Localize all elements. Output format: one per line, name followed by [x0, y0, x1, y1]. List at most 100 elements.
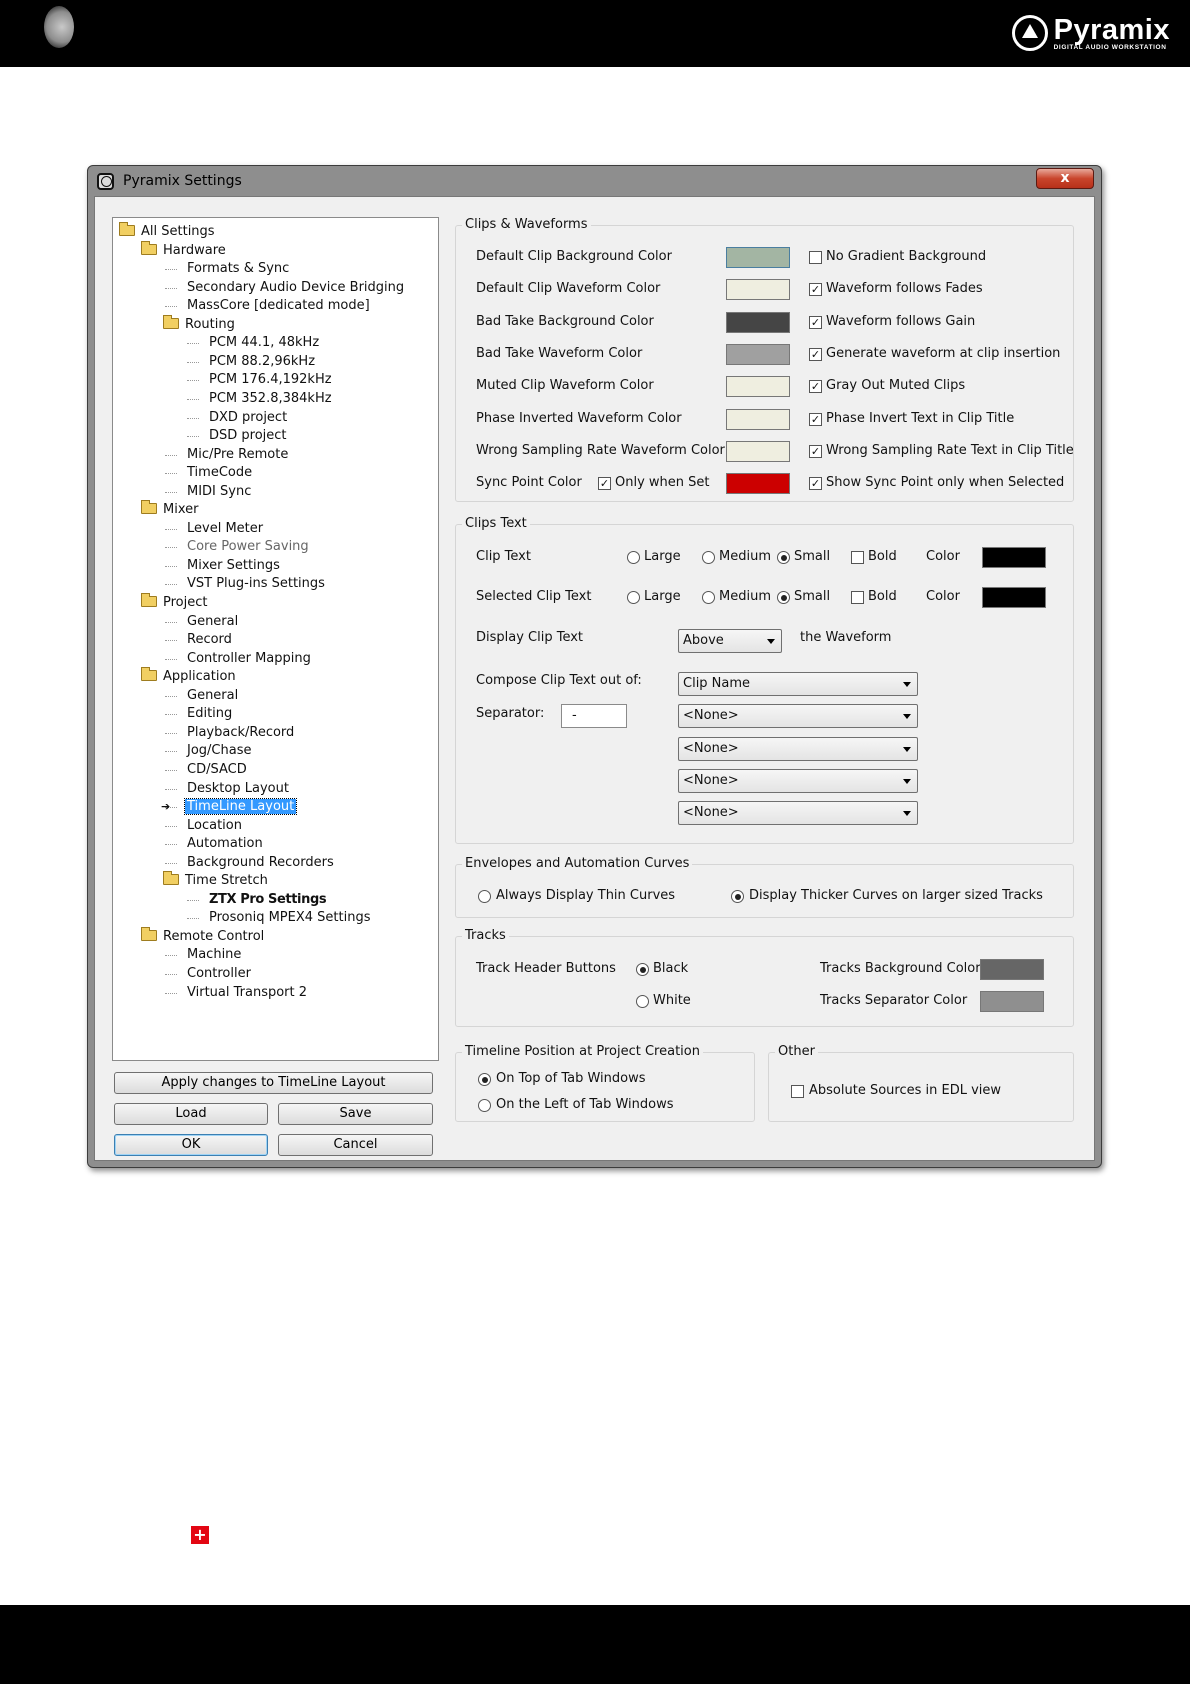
only-when-set-checkbox[interactable]: ✓ [598, 477, 611, 491]
header-black-radio[interactable] [636, 963, 649, 976]
option-checkbox[interactable]: ✓ [809, 283, 822, 297]
large-label: Large [644, 549, 681, 564]
thin-curves-radio[interactable] [478, 890, 491, 903]
tree-item[interactable]: Formats & Sync [165, 260, 291, 278]
tree-item[interactable]: PCM 176.4,192kHz [187, 371, 334, 389]
compose-clip-text-select[interactable]: <None> [678, 768, 918, 793]
color-swatch[interactable] [726, 376, 790, 398]
option-checkbox[interactable]: ✓ [809, 315, 822, 329]
clip-text-bold-checkbox[interactable] [851, 551, 864, 564]
tree-item[interactable]: PCM 352.8,384kHz [187, 390, 334, 408]
compose-clip-text-select[interactable]: <None> [678, 736, 918, 761]
color-swatch[interactable] [726, 473, 790, 495]
tree-item[interactable]: Desktop Layout [165, 780, 291, 798]
color-swatch[interactable] [726, 408, 790, 430]
load-button[interactable]: Load [114, 1103, 268, 1125]
tree-item[interactable]: Prosoniq MPEX4 Settings [187, 909, 372, 927]
tree-item[interactable]: ZTX Pro Settings [187, 891, 328, 909]
tree-item[interactable]: All Settings [119, 222, 217, 241]
tracks-sep-color-swatch[interactable] [980, 991, 1044, 1012]
option-checkbox[interactable]: ✓ [809, 477, 822, 491]
tree-item[interactable]: MIDI Sync [165, 483, 253, 501]
option-checkbox[interactable]: ✓ [809, 347, 822, 361]
thicker-curves-radio[interactable] [731, 890, 744, 903]
tree-item[interactable]: Jog/Chase [165, 742, 253, 760]
selected-clip-text-large-radio[interactable] [627, 591, 640, 604]
on-left-radio[interactable] [478, 1099, 491, 1112]
option-checkbox[interactable]: ✓ [809, 444, 822, 458]
on-top-radio[interactable] [478, 1073, 491, 1086]
cancel-button[interactable]: Cancel [278, 1134, 433, 1156]
dialog-client: All Settings Hardware Formats & Sync Second… [94, 196, 1095, 1161]
tree-item[interactable]: Automation [165, 835, 265, 853]
tree-item[interactable]: Background Recorders [165, 854, 336, 872]
tree-item[interactable]: Location [165, 817, 244, 835]
header-white-radio[interactable] [636, 995, 649, 1008]
selected-clip-text-bold-checkbox[interactable] [851, 591, 864, 604]
selected-clip-text-medium-radio[interactable] [702, 591, 715, 604]
selected-clip-text-small-radio[interactable] [777, 591, 790, 604]
title-bar[interactable]: Pyramix Settings x [88, 166, 1101, 196]
tree-item[interactable]: PCM 44.1, 48kHz [187, 334, 321, 352]
close-button[interactable]: x [1036, 168, 1094, 189]
tree-item[interactable]: VST Plug-ins Settings [165, 575, 327, 593]
option-checkbox[interactable]: ✓ [809, 380, 822, 394]
tree-item[interactable]: General [165, 687, 240, 705]
color-swatch[interactable] [726, 247, 790, 268]
tracks-bg-color-swatch[interactable] [980, 959, 1044, 980]
folder-icon [141, 667, 157, 682]
tree-item[interactable]: Mixer [141, 500, 200, 519]
clip-text-medium-radio[interactable] [702, 551, 715, 564]
ok-button[interactable]: OK [114, 1134, 268, 1156]
option-checkbox[interactable] [809, 251, 822, 264]
tree-item[interactable]: DSD project [187, 427, 289, 445]
tree-item[interactable]: PCM 88.2,96kHz [187, 353, 317, 371]
tree-item[interactable]: Application [141, 667, 238, 686]
tree-connector [165, 454, 177, 456]
display-clip-text-select[interactable]: Above [678, 629, 782, 653]
settings-tree[interactable]: All Settings Hardware Formats & Sync Second… [112, 217, 439, 1061]
tree-item[interactable]: Remote Control [141, 926, 266, 946]
tree-item[interactable]: Project [141, 593, 209, 612]
tree-item[interactable]: ➔ TimeLine Layout [161, 798, 298, 816]
color-label: Color [926, 589, 960, 604]
color-swatch[interactable] [726, 343, 790, 365]
tree-item[interactable]: Time Stretch [163, 871, 270, 890]
clip-text-color-swatch[interactable] [982, 547, 1046, 568]
apply-changes-button[interactable]: Apply changes to TimeLine Layout [114, 1072, 433, 1094]
option-checkbox[interactable]: ✓ [809, 412, 822, 426]
tree-item[interactable]: Virtual Transport 2 [165, 984, 309, 1002]
compose-clip-text-select[interactable]: <None> [678, 704, 918, 729]
tree-item[interactable]: Core Power Saving [165, 538, 311, 556]
tree-item[interactable]: Editing [165, 705, 234, 723]
tree-item[interactable]: Controller Mapping [165, 650, 313, 668]
tree-item[interactable]: Secondary Audio Device Bridging [165, 279, 406, 297]
save-button[interactable]: Save [278, 1103, 433, 1125]
compose-clip-text-select[interactable]: <None> [678, 801, 918, 826]
color-swatch[interactable] [726, 279, 790, 301]
clip-text-small-radio[interactable] [777, 551, 790, 564]
tree-item[interactable]: General [165, 613, 240, 631]
tree-item[interactable]: MassCore [dedicated mode] [165, 297, 372, 315]
tree-connector [187, 918, 199, 920]
tree-item[interactable]: Record [165, 631, 234, 649]
tree-item[interactable]: Hardware [141, 240, 228, 260]
tree-item[interactable]: Mixer Settings [165, 557, 282, 575]
tree-item[interactable]: Mic/Pre Remote [165, 446, 290, 464]
tree-item[interactable]: Level Meter [165, 520, 265, 538]
compose-clip-text-select[interactable]: Clip Name [678, 672, 918, 696]
tree-item[interactable]: Playback/Record [165, 724, 296, 742]
tree-item[interactable]: Routing [163, 314, 237, 334]
color-swatch[interactable] [726, 311, 790, 333]
separator-input[interactable]: - [561, 704, 627, 728]
clip-text-large-radio[interactable] [627, 551, 640, 564]
absolute-sources-checkbox[interactable] [791, 1085, 804, 1098]
selected-clip-text-color-swatch[interactable] [982, 587, 1046, 608]
other-group: Other Absolute Sources in EDL view [768, 1044, 1074, 1122]
tree-item[interactable]: Controller [165, 965, 253, 983]
tree-item[interactable]: TimeCode [165, 464, 254, 482]
tree-item[interactable]: Machine [165, 946, 243, 964]
tree-item[interactable]: CD/SACD [165, 761, 249, 779]
color-swatch[interactable] [726, 440, 790, 462]
tree-item[interactable]: DXD project [187, 409, 289, 427]
